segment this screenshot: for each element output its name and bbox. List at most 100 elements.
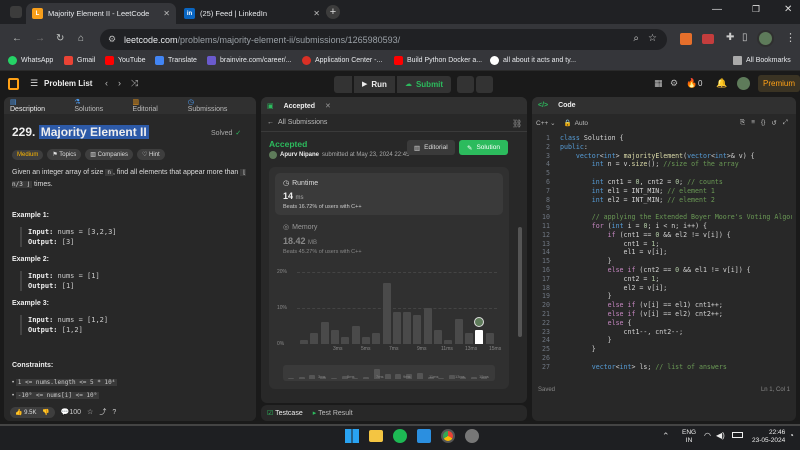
back-icon[interactable]: ← (12, 33, 22, 44)
volume-icon[interactable]: ◀) (716, 431, 725, 440)
bar[interactable] (382, 282, 391, 344)
tray-chevron-icon[interactable]: ⌃ (662, 431, 670, 442)
debug-button[interactable] (334, 75, 352, 93)
streak-icon[interactable]: 🔥 (686, 78, 697, 89)
editorial-button[interactable]: ▥ Editorial (407, 140, 455, 155)
bar[interactable] (320, 322, 329, 344)
memory-label[interactable]: ◎ Memory (283, 223, 317, 232)
bookmark-brainvire[interactable]: brainvire.com/career/... (207, 56, 292, 65)
bookmark-translate[interactable]: Translate (155, 56, 197, 65)
notes-icon[interactable] (457, 75, 475, 93)
language-select[interactable]: C++ ⌄ (536, 119, 556, 127)
whiteboard-icon[interactable] (476, 75, 494, 93)
reload-icon[interactable]: ↻ (56, 33, 64, 44)
leetcode-logo-icon[interactable] (8, 78, 19, 90)
home-icon[interactable]: ⌂ (78, 33, 84, 44)
tab-linkedin[interactable]: in (25) Feed | LinkedIn ✕ (178, 3, 326, 24)
tab-search-icon[interactable] (10, 6, 22, 18)
link-icon[interactable]: ⛓ (512, 119, 522, 128)
problem-list-link[interactable]: Problem List (44, 79, 92, 88)
new-tab-button[interactable]: + (326, 5, 340, 19)
bar[interactable] (351, 326, 360, 344)
bookmark-youtube[interactable]: YouTube (105, 56, 146, 65)
bar[interactable] (330, 329, 339, 344)
runtime-card[interactable]: ◷ Runtime 14 ms Beats 16.72% of users wit… (275, 173, 503, 215)
code-editor[interactable]: 1 class Solution { 2 public: 3 vector<int>… (532, 134, 792, 381)
close-tab-icon[interactable]: ✕ (313, 9, 320, 18)
bookmark-application-center[interactable]: Application Center -... (302, 56, 382, 65)
maximize-icon[interactable]: ❐ (752, 4, 760, 15)
bar[interactable] (454, 318, 463, 344)
format-icon[interactable]: ≡ (751, 119, 755, 127)
downloads-icon[interactable]: ▯ (742, 32, 748, 43)
bar-current-submission[interactable] (475, 329, 484, 344)
hint-button[interactable]: ♡ Hint (137, 149, 165, 160)
bar[interactable] (361, 336, 370, 344)
bar[interactable] (434, 329, 443, 344)
bar[interactable] (392, 311, 401, 344)
bar[interactable] (423, 308, 432, 344)
like-button[interactable]: 👍 9.5K 👎 (10, 406, 55, 418)
brackets-icon[interactable]: {} (761, 119, 765, 127)
wifi-icon[interactable]: ◠ (704, 431, 711, 440)
language-indicator[interactable]: ENG IN (682, 429, 696, 445)
bookmark-acts[interactable]: all about it acts and ty... (490, 56, 576, 65)
profile-avatar[interactable] (757, 30, 774, 47)
share-icon[interactable]: ⤴ (99, 407, 106, 417)
companies-button[interactable]: ▥ Companies (85, 149, 133, 160)
thumbs-down-icon[interactable]: 👎 (42, 410, 49, 416)
comments-button[interactable]: 💬 100 (61, 408, 81, 417)
spotify-icon[interactable] (393, 429, 407, 443)
star-icon[interactable]: ☆ (87, 408, 93, 416)
premium-button[interactable]: Premium (758, 75, 800, 92)
tab-solutions[interactable]: ⚗ Solutions (74, 98, 124, 113)
topics-button[interactable]: ⚑ Topics (47, 149, 82, 160)
help-icon[interactable]: ? (112, 409, 116, 416)
expand-icon[interactable]: ⤢ (783, 119, 788, 127)
reset-icon[interactable]: ↺ (771, 119, 776, 127)
layout-icon[interactable]: ▦ (654, 78, 663, 89)
auto-label[interactable]: Auto (575, 120, 588, 127)
prev-problem-icon[interactable]: ‹ (105, 78, 108, 88)
bookmark-python-docker[interactable]: Build Python Docker a... (394, 56, 482, 65)
site-info-icon[interactable]: ⚙ (108, 34, 116, 45)
submit-button[interactable]: ☁ Submit (396, 75, 452, 93)
windows-start-icon[interactable] (345, 429, 359, 443)
extensions-puzzle-icon[interactable]: ✚ (726, 32, 734, 43)
settings-app-icon[interactable] (465, 429, 479, 443)
extension-icon[interactable] (702, 34, 714, 44)
bookmark-whatsapp[interactable]: WhatsApp (8, 56, 53, 65)
zoom-icon[interactable]: ⌕ (633, 33, 639, 44)
bookmark-star-icon[interactable]: ☆ (648, 33, 657, 44)
tab-testcase[interactable]: ☑ Testcase (267, 409, 303, 417)
close-icon[interactable]: ✕ (325, 103, 331, 110)
tab-code[interactable]: </> Code (538, 102, 584, 109)
bar[interactable] (341, 336, 350, 344)
bar[interactable] (465, 333, 474, 344)
all-bookmarks[interactable]: All Bookmarks (733, 56, 791, 65)
bar[interactable] (403, 311, 412, 344)
battery-icon[interactable] (732, 432, 743, 438)
minimize-icon[interactable]: — (712, 4, 722, 15)
tab-leetcode[interactable]: L Majority Element II - LeetCode ✕ (26, 3, 176, 24)
clock[interactable]: 22:46 23-05-2024 (752, 429, 785, 445)
chrome-icon[interactable] (441, 429, 455, 443)
bar[interactable] (310, 333, 319, 344)
range-slider[interactable]: 3ms 5ms 7ms 9ms 11ms 13ms 15ms (283, 365, 495, 381)
all-submissions-link[interactable]: ← All Submissions (267, 119, 327, 126)
notifications-icon[interactable]: 🔔 (716, 78, 727, 89)
bar[interactable] (485, 333, 494, 344)
close-tab-icon[interactable]: ✕ (163, 9, 170, 18)
forward-icon[interactable]: → (35, 33, 45, 44)
file-explorer-icon[interactable] (369, 430, 383, 442)
run-button[interactable]: ▶ Run (354, 75, 395, 93)
tab-test-result[interactable]: ▸ Test Result (313, 409, 353, 417)
bar[interactable] (372, 333, 381, 344)
bar[interactable] (300, 340, 308, 344)
close-window-icon[interactable]: ✕ (784, 4, 792, 15)
next-problem-icon[interactable]: › (118, 78, 121, 88)
bookmark-gmail[interactable]: Gmail (64, 56, 95, 65)
tab-editorial[interactable]: ▥ Editorial (133, 98, 180, 113)
tab-description[interactable]: ▤ Description (10, 98, 66, 113)
notification-center-icon[interactable]: ◔ (789, 431, 794, 440)
